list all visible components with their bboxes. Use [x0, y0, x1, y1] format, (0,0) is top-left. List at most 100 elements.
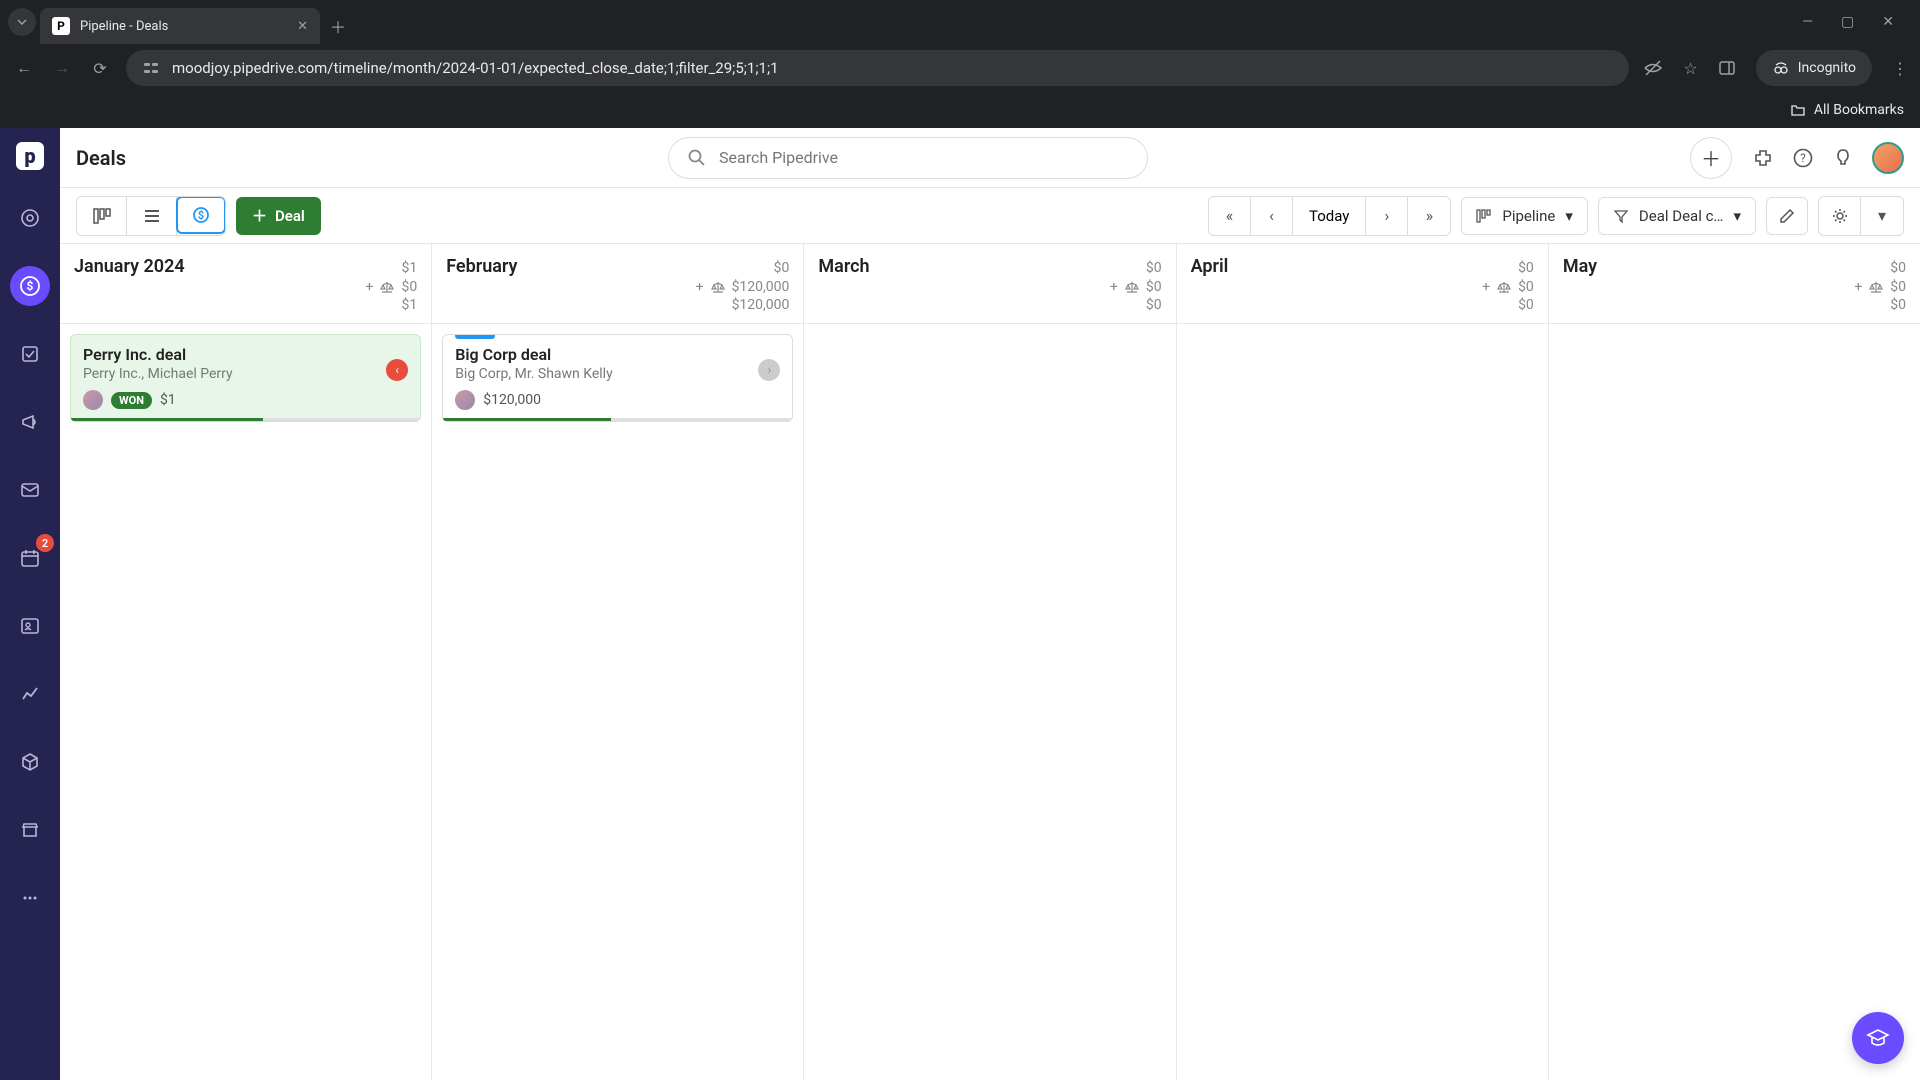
month-weighted-amount: $0 [1518, 279, 1534, 295]
month-name: May [1563, 256, 1597, 277]
sidebar-item-marketplace[interactable] [10, 810, 50, 850]
view-pipeline-button[interactable] [77, 197, 127, 235]
sidebar-item-more[interactable] [10, 878, 50, 918]
sidebar-item-products[interactable] [10, 742, 50, 782]
site-settings-icon[interactable] [142, 59, 160, 77]
month-weighted-amount: $0 [401, 279, 417, 295]
quick-add-button[interactable]: ＋ [1690, 137, 1732, 179]
timeline: January 2024 $1 + $0 $1 Perry Inc. deal … [60, 244, 1920, 1080]
deal-owner-avatar [455, 390, 475, 410]
sidebar-item-activities[interactable]: 2 [10, 538, 50, 578]
month-bottom-amount: $0 [1146, 297, 1162, 313]
tab-bar: P Pipeline - Deals ✕ ＋ — ▢ ✕ [0, 0, 1920, 44]
user-avatar[interactable] [1872, 142, 1904, 174]
sidebar-item-leads[interactable] [10, 198, 50, 238]
sidebar-item-projects[interactable] [10, 334, 50, 374]
nav-prev-button[interactable]: ‹ [1251, 197, 1293, 235]
plus-icon: + [366, 279, 374, 295]
tab-favicon: P [52, 17, 70, 35]
month-weighted-amount: $0 [1146, 279, 1162, 295]
close-window-icon[interactable]: ✕ [1882, 14, 1894, 30]
reload-button[interactable]: ⟳ [88, 59, 112, 78]
tab-close-icon[interactable]: ✕ [297, 19, 308, 34]
deal-subtitle: Perry Inc., Michael Perry [83, 366, 408, 382]
balance-icon [1868, 280, 1884, 294]
sidebar: p $ 2 [0, 128, 60, 1080]
settings-button[interactable] [1819, 197, 1861, 235]
month-bottom-amount: $0 [1890, 297, 1906, 313]
all-bookmarks-button[interactable]: All Bookmarks [1790, 102, 1904, 118]
side-panel-icon[interactable] [1718, 59, 1736, 77]
month-bottom-amount: $0 [1518, 297, 1534, 313]
browser-tab[interactable]: P Pipeline - Deals ✕ [40, 8, 320, 44]
sidebar-item-mail[interactable] [10, 470, 50, 510]
today-button[interactable]: Today [1293, 197, 1366, 235]
add-deal-button[interactable]: ＋ Deal [236, 197, 321, 235]
help-fab[interactable] [1852, 1012, 1904, 1064]
folder-icon [1790, 102, 1806, 118]
minimize-icon[interactable]: — [1802, 14, 1813, 30]
maximize-icon[interactable]: ▢ [1841, 14, 1854, 30]
url-text: moodjoy.pipedrive.com/timeline/month/202… [172, 59, 1613, 77]
search-placeholder: Search Pipedrive [719, 148, 838, 167]
all-bookmarks-label: All Bookmarks [1814, 102, 1904, 118]
month-weighted-amount: $120,000 [732, 279, 790, 295]
month-column: May $0 + $0 $0 [1549, 244, 1920, 1080]
forward-button[interactable]: → [50, 58, 74, 78]
balance-icon [1496, 280, 1512, 294]
edit-button[interactable] [1766, 197, 1808, 235]
svg-text:?: ? [1800, 151, 1806, 165]
browser-menu-icon[interactable]: ⋮ [1892, 59, 1908, 78]
new-tab-button[interactable]: ＋ [324, 12, 352, 40]
deal-card[interactable]: Perry Inc. deal Perry Inc., Michael Perr… [70, 334, 421, 422]
view-forecast-button[interactable]: $ [176, 196, 226, 234]
plus-icon: + [696, 279, 704, 295]
app: p $ 2 [0, 128, 1920, 1080]
month-body: Big Corp deal Big Corp, Mr. Shawn Kelly … [432, 324, 803, 442]
pipeline-label: Pipeline [1502, 207, 1555, 225]
month-bottom-amount: $120,000 [732, 297, 790, 313]
tab-title: Pipeline - Deals [80, 19, 287, 34]
incognito-badge[interactable]: Incognito [1756, 50, 1872, 86]
bookmark-star-icon[interactable]: ☆ [1683, 59, 1697, 78]
date-nav: « ‹ Today › » [1208, 196, 1451, 236]
extensions-icon[interactable] [1752, 147, 1774, 169]
sidebar-item-contacts[interactable] [10, 606, 50, 646]
month-top-amount: $0 [1890, 260, 1906, 276]
plus-icon: + [1854, 279, 1862, 295]
chevron-down-icon: ▾ [1733, 207, 1741, 225]
help-icon[interactable]: ? [1792, 147, 1814, 169]
nav-first-button[interactable]: « [1209, 197, 1251, 235]
month-top-amount: $0 [774, 260, 790, 276]
deal-button-label: Deal [275, 207, 305, 225]
deal-title: Big Corp deal [455, 345, 780, 364]
app-logo[interactable]: p [16, 142, 44, 170]
nav-next-button[interactable]: › [1366, 197, 1408, 235]
nav-last-button[interactable]: » [1408, 197, 1450, 235]
deal-title: Perry Inc. deal [83, 345, 408, 364]
month-name: February [446, 256, 517, 277]
plus-icon: + [1110, 279, 1118, 295]
sidebar-item-insights[interactable] [10, 674, 50, 714]
eye-off-icon[interactable] [1643, 58, 1663, 78]
back-button[interactable]: ← [12, 58, 36, 78]
month-name: March [818, 256, 869, 277]
svg-text:$: $ [27, 279, 34, 293]
header: Deals Search Pipedrive ＋ ? [60, 128, 1920, 188]
month-column: January 2024 $1 + $0 $1 Perry Inc. deal … [60, 244, 432, 1080]
month-column: April $0 + $0 $0 [1177, 244, 1549, 1080]
sidebar-item-campaigns[interactable] [10, 402, 50, 442]
search-input[interactable]: Search Pipedrive [668, 137, 1148, 179]
view-list-button[interactable] [127, 197, 177, 235]
deal-owner-avatar [83, 390, 103, 410]
month-body [1177, 324, 1548, 344]
sidebar-item-deals[interactable]: $ [10, 266, 50, 306]
filter-selector[interactable]: Deal Deal c… ▾ [1598, 197, 1756, 235]
lightbulb-icon[interactable] [1832, 147, 1854, 169]
tab-search-button[interactable] [8, 8, 36, 36]
balance-icon [379, 280, 395, 294]
pipeline-selector[interactable]: Pipeline ▾ [1461, 197, 1588, 235]
deal-card[interactable]: Big Corp deal Big Corp, Mr. Shawn Kelly … [442, 334, 793, 422]
settings-dropdown[interactable]: ▾ [1861, 197, 1903, 235]
url-field[interactable]: moodjoy.pipedrive.com/timeline/month/202… [126, 50, 1629, 86]
